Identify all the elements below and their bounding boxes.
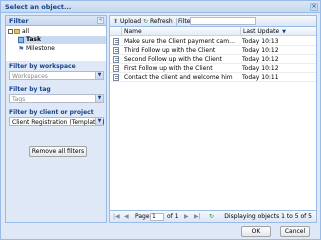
page-number-input[interactable]: 1 [150,213,164,221]
row-name: First Follow up with the Client [124,65,213,72]
refresh-icon: ↻ [143,17,149,25]
column-header-name[interactable]: Name [124,27,142,36]
chevron-down-icon[interactable]: ▼ [95,72,103,79]
client-filter-value: Client Registration (Templates) [12,119,105,126]
tree-item-label: Task [26,36,41,43]
table-row[interactable]: Contact the client and welcome him Today… [110,73,316,82]
tree-item-label: all [22,28,30,35]
filter-panel-title: Filter [9,17,29,25]
grid-header: Name Last Update ▼ [110,27,316,36]
tag-filter-select[interactable]: Tags ▼ [9,94,104,103]
chevron-down-icon[interactable]: ▼ [95,95,103,102]
cancel-button[interactable]: Cancel [280,226,310,237]
document-icon [113,65,119,72]
prev-page-icon[interactable]: ◀ [124,213,129,221]
upload-icon: ⬆ [113,17,119,25]
dialog-titlebar: Select an object... × [1,1,320,13]
workspace-filter-select[interactable]: Workspaces ▼ [9,71,104,80]
document-icon [113,47,119,54]
tag-filter-label: Filter by tag [9,86,51,93]
column-header-last-update-label: Last Update [243,28,280,35]
document-icon [113,38,119,45]
filter-controls: Filter by workspace Workspaces ▼ Filter … [6,61,106,222]
ok-button[interactable]: OK [241,226,271,237]
row-last-update: Today 10:12 [242,56,279,63]
first-page-icon[interactable]: |◀ [113,213,120,221]
page-label: Page [135,213,150,220]
toolbar-separator [176,18,177,26]
row-last-update: Today 10:12 [242,47,279,54]
remove-all-filters-button[interactable]: Remove all filters [29,146,87,157]
row-name: Contact the client and welcome him [124,74,233,81]
folder-icon [14,29,20,34]
expand-icon[interactable] [8,29,13,34]
row-last-update: Today 10:13 [242,38,279,45]
filter-input[interactable] [190,17,256,25]
grid-rows: Make sure the Client payment came throug… [110,37,316,82]
workspace-filter-label: Filter by workspace [9,63,76,70]
tree-item-task[interactable]: Task [18,36,106,44]
sort-desc-icon: ▼ [282,29,286,35]
table-row[interactable]: First Follow up with the Client Today 10… [110,64,316,73]
object-grid-panel: ⬆ Upload ↻ Refresh Filter: Name Last Updat… [109,15,317,223]
row-name: Third Follow up with the Client [124,47,216,54]
type-tree: all Task ⚑ Milestone [6,26,106,60]
upload-label: Upload [120,18,142,25]
client-filter-label: Filter by client or project [9,109,94,116]
chevron-down-icon[interactable]: ▼ [95,118,103,125]
refresh-icon[interactable]: ↻ [209,213,216,220]
tree-item-label: Milestone [26,45,55,52]
tag-filter-value: Tags [12,96,26,103]
grid-toolbar: ⬆ Upload ↻ Refresh Filter: [110,16,316,27]
row-last-update: Today 10:11 [242,74,279,81]
page-count-label: of 1 [167,213,179,220]
filter-panel-header: Filter « [6,16,106,26]
select-object-dialog: Select an object... × Filter « all Task … [0,0,321,240]
filter-panel: Filter « all Task ⚑ Milestone Filter by w… [5,15,107,223]
upload-button[interactable]: ⬆ Upload [113,18,141,25]
refresh-label: Refresh [150,18,173,25]
row-last-update: Today 10:12 [242,65,279,72]
paging-display-text: Displaying objects 1 to 5 of 5 [224,213,312,220]
column-header-last-update[interactable]: Last Update ▼ [240,27,316,36]
table-row[interactable]: Third Follow up with the Client Today 10… [110,46,316,55]
workspace-filter-value: Workspaces [12,73,48,80]
next-page-icon[interactable]: ▶ [184,213,189,221]
milestone-icon: ⚑ [18,44,25,53]
header-select-column [110,27,122,36]
dialog-title: Select an object... [5,3,72,11]
refresh-button[interactable]: ↻ Refresh [143,18,173,25]
close-icon[interactable]: × [310,3,318,11]
table-row[interactable]: Second Follow up with the Client Today 1… [110,55,316,64]
row-name: Make sure the Client payment came throug… [124,38,238,45]
paging-toolbar: |◀ ◀ Page 1 of 1 ▶ ▶| ↻ Displaying objec… [110,210,316,222]
tree-item-milestone[interactable]: ⚑ Milestone [18,45,55,53]
document-icon [113,74,119,81]
last-page-icon[interactable]: ▶| [194,213,201,221]
client-filter-select[interactable]: Client Registration (Templates) ▼ [9,117,105,126]
task-icon [18,36,24,43]
collapse-icon[interactable]: « [97,17,104,24]
document-icon [113,56,119,63]
tree-item-all[interactable]: all [8,28,29,36]
row-name: Second Follow up with the Client [124,56,222,63]
table-row[interactable]: Make sure the Client payment came throug… [110,37,316,46]
